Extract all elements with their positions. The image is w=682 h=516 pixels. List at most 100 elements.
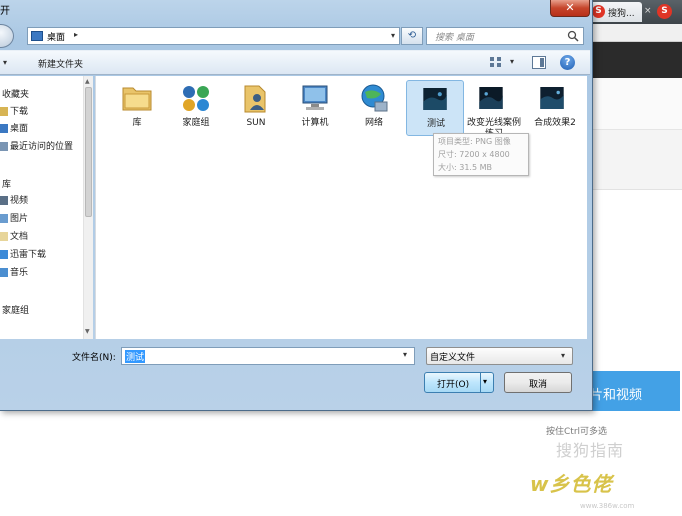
music-library-icon: [0, 268, 8, 277]
image-thumbnail-icon: [479, 87, 503, 109]
breadcrumb-arrow-icon[interactable]: ▸: [74, 30, 78, 39]
filename-input[interactable]: 测试 ▾: [121, 347, 415, 365]
file-label: 家庭组: [182, 118, 210, 128]
desktop-icon: [0, 124, 8, 133]
page-panel: [590, 130, 682, 190]
open-button-label: 打开(O): [437, 380, 470, 390]
open-file-dialog: 开 ✕ 桌面 ▸ ▾ ⟲ 搜索 桌面 ▾ 新建文件夹 ▾ ? 收藏夹 下载 桌面…: [0, 0, 593, 411]
nav-label: 桌面: [10, 124, 29, 134]
address-location[interactable]: 桌面: [47, 30, 65, 43]
address-dropdown-icon[interactable]: ▾: [387, 30, 399, 42]
filename-value[interactable]: 测试: [125, 350, 146, 363]
scrollbar-thumb[interactable]: [85, 87, 92, 217]
file-item-lighting-practice[interactable]: 改变光线案例练习: [465, 80, 523, 139]
watermark-url: www.386w.com: [580, 502, 635, 510]
nav-music[interactable]: 音乐: [0, 265, 28, 279]
watermark-text: 搜狗指南: [556, 441, 625, 460]
sogou-logo-icon: S: [592, 5, 605, 18]
nav-homegroup[interactable]: 家庭组: [2, 303, 29, 317]
chevron-down-icon[interactable]: ▾: [561, 351, 565, 360]
computer-icon: [302, 85, 328, 110]
nav-favorites[interactable]: 收藏夹: [2, 87, 29, 101]
thunder-download-icon: [0, 250, 8, 259]
file-list-pane: 库 家庭组 SUN 计算机 网络 测试 改变光线案例 合成效果2: [95, 76, 587, 339]
nav-thunder-downloads[interactable]: 迅雷下载: [0, 247, 46, 261]
nav-recent-places[interactable]: 最近访问的位置: [0, 139, 73, 153]
picture-library-icon: [0, 214, 8, 223]
watermark-logo: w乡色佬: [530, 472, 613, 496]
search-input[interactable]: 搜索 桌面: [426, 27, 584, 45]
file-item-libraries[interactable]: 库: [108, 80, 166, 136]
user-folder-icon: [244, 85, 266, 113]
close-button[interactable]: ✕: [550, 0, 590, 17]
nav-label: 音乐: [10, 268, 29, 278]
file-info-tooltip: 项目类型: PNG 图像 尺寸: 7200 x 4800 大小: 31.5 MB: [433, 133, 529, 176]
nav-pictures[interactable]: 图片: [0, 211, 28, 225]
dialog-title: 开: [0, 6, 10, 17]
file-label: 合成效果2: [534, 118, 576, 128]
file-item-composite-effect-2[interactable]: 合成效果2: [526, 80, 584, 136]
filetype-value: 自定义文件: [430, 353, 476, 363]
nav-desktop[interactable]: 桌面: [0, 121, 28, 135]
video-library-icon: [0, 196, 8, 205]
nav-label: 最近访问的位置: [10, 142, 74, 152]
scroll-up-icon[interactable]: ▲: [85, 78, 90, 85]
filename-dropdown-icon[interactable]: ▾: [403, 350, 407, 359]
tooltip-file-type: 项目类型: PNG 图像: [438, 137, 511, 146]
refresh-button[interactable]: ⟲: [401, 27, 423, 45]
organize-dropdown-icon[interactable]: ▾: [3, 58, 7, 67]
open-options-dropdown-icon[interactable]: ▾: [483, 377, 487, 386]
sogou-browser-logo-icon[interactable]: S: [657, 4, 672, 19]
preview-pane-icon[interactable]: [532, 56, 546, 69]
network-icon: [361, 84, 388, 112]
nav-documents[interactable]: 文档: [0, 229, 28, 243]
tooltip-dimensions: 尺寸: 7200 x 4800: [438, 150, 510, 159]
view-options-icon[interactable]: [489, 56, 503, 68]
nav-label: 收藏夹: [2, 90, 30, 100]
navigation-scrollbar[interactable]: ▲ ▼: [83, 76, 93, 339]
tooltip-size: 大小: 31.5 MB: [438, 163, 492, 172]
browser-tab-sogou[interactable]: S 搜狗...: [588, 2, 642, 22]
nav-label: 视频: [10, 196, 29, 206]
file-item-computer[interactable]: 计算机: [286, 80, 344, 136]
filetype-select[interactable]: 自定义文件 ▾: [426, 347, 573, 365]
open-button[interactable]: 打开(O) ▾: [424, 372, 494, 393]
file-item-network[interactable]: 网络: [345, 80, 403, 136]
nav-label: 下载: [10, 107, 29, 117]
toolbar: ▾ 新建文件夹 ▾ ?: [0, 50, 590, 75]
back-button[interactable]: [0, 24, 14, 48]
homegroup-icon: [183, 86, 209, 111]
file-label: 库: [132, 118, 142, 128]
image-thumbnail-icon: [540, 87, 564, 109]
tab-close-icon[interactable]: ×: [644, 6, 654, 16]
image-thumbnail-icon: [423, 88, 447, 110]
library-folder-icon: [122, 87, 152, 111]
search-icon[interactable]: [567, 30, 579, 42]
file-item-test-selected[interactable]: 测试: [406, 80, 464, 136]
page-blank-area: [0, 412, 488, 516]
cancel-button[interactable]: 取消: [504, 372, 572, 393]
recent-places-icon: [0, 142, 8, 151]
new-folder-button[interactable]: 新建文件夹: [38, 57, 83, 70]
file-label: SUN: [246, 118, 266, 128]
scroll-down-icon[interactable]: ▼: [85, 328, 90, 335]
nav-label: 迅雷下载: [10, 250, 47, 260]
help-icon[interactable]: ?: [560, 55, 575, 70]
page-nav-area: [590, 78, 682, 130]
nav-label: 家庭组: [2, 306, 30, 316]
nav-libraries[interactable]: 库: [2, 177, 11, 191]
filename-label: 文件名(N):: [72, 353, 116, 363]
nav-label: 图片: [10, 214, 29, 224]
file-item-homegroup[interactable]: 家庭组: [167, 80, 225, 136]
multi-select-hint: 按住Ctrl可多选: [546, 427, 608, 437]
nav-label: 库: [2, 180, 12, 190]
cancel-button-label: 取消: [529, 380, 548, 390]
browser-tab-label: 搜狗...: [608, 9, 635, 19]
file-item-user-sun[interactable]: SUN: [227, 80, 285, 136]
nav-videos[interactable]: 视频: [0, 193, 28, 207]
nav-downloads[interactable]: 下载: [0, 104, 28, 118]
document-library-icon: [0, 232, 8, 241]
address-bar[interactable]: 桌面 ▸: [27, 27, 400, 45]
page-header-dark: [590, 42, 682, 78]
view-dropdown-icon[interactable]: ▾: [510, 57, 514, 66]
